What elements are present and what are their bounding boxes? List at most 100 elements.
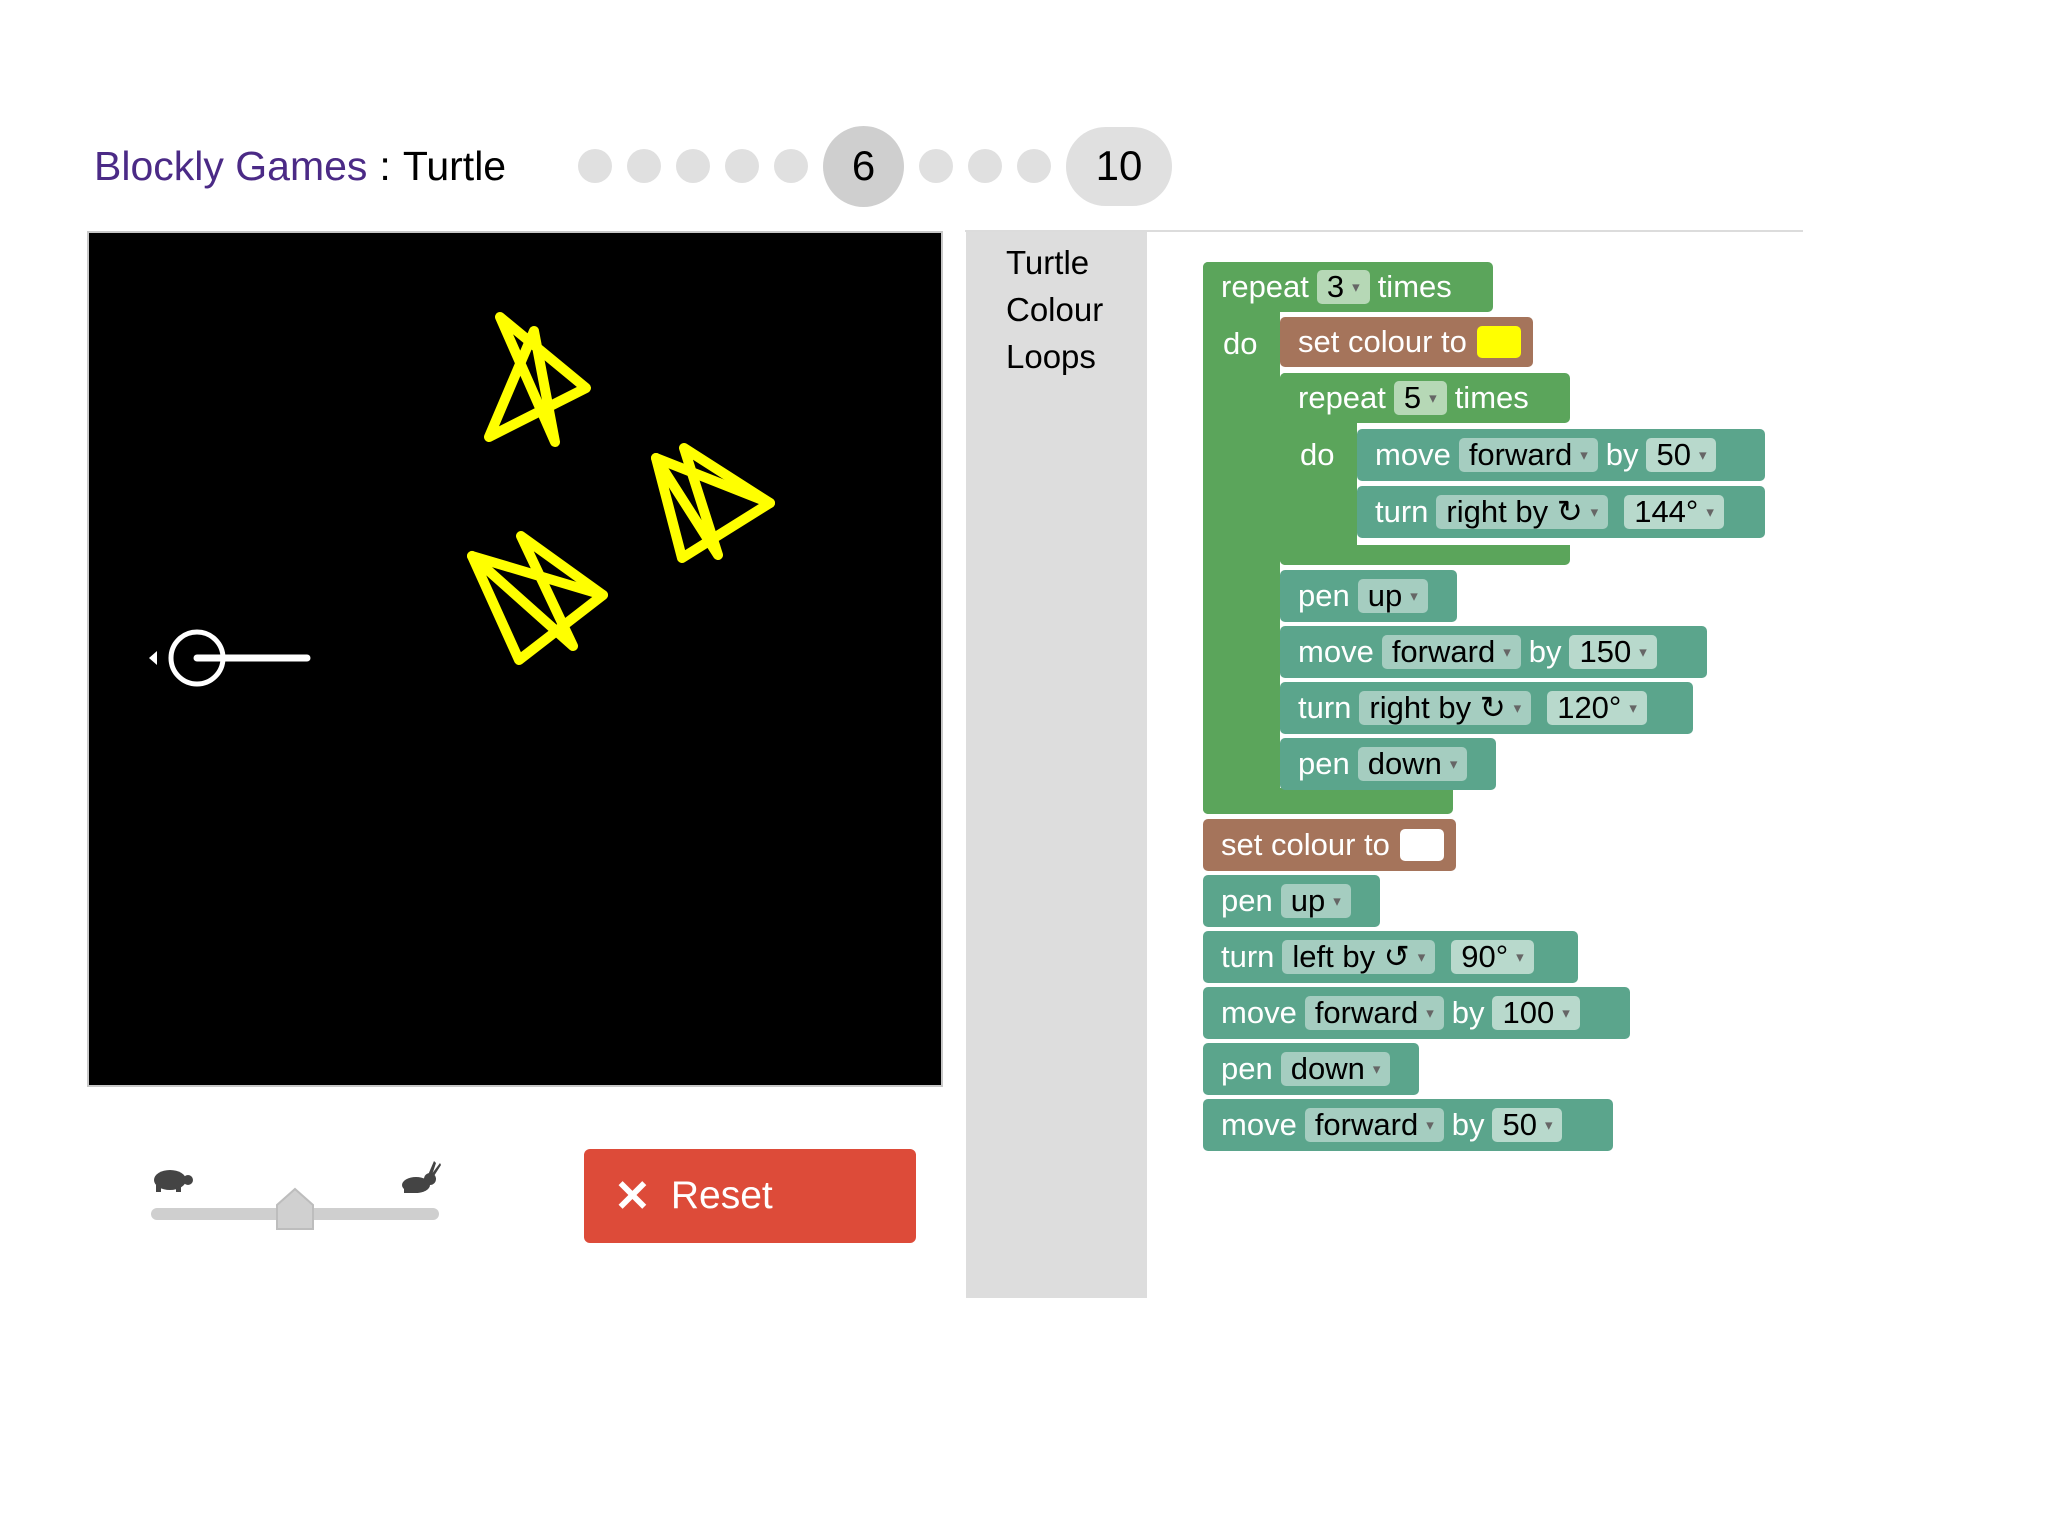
outer-repeat-block[interactable]: repeat 3 ▾ times [1203,262,1493,312]
pen-state-value: down [1290,1051,1365,1086]
dropdown-arrow-icon: ▾ [1698,447,1707,464]
dropdown-arrow-icon: ▾ [1516,949,1524,966]
direction-dropdown[interactable]: forward ▾ [1458,437,1598,472]
colour-swatch-yellow[interactable] [1476,326,1521,358]
toolbox-category-colour[interactable]: Colour [1006,291,1103,329]
direction-dropdown[interactable]: forward ▾ [1304,995,1444,1030]
star-drawing-2 [651,443,775,563]
angle-value: 120° [1557,690,1622,725]
pen-state-dropdown[interactable]: down ▾ [1357,746,1468,781]
pen-state-dropdown[interactable]: up ▾ [1357,578,1428,613]
move-forward-block-50b[interactable]: move forward ▾ by 50 ▾ [1203,1099,1613,1151]
inner-repeat-block[interactable]: repeat 5 ▾ times [1280,373,1570,423]
move-label: move [1375,437,1451,472]
dropdown-arrow-icon: ▾ [1503,644,1511,661]
title-separator: : [379,142,391,189]
angle-field[interactable]: 90° ▾ [1451,939,1534,974]
turn-direction-dropdown[interactable]: right by ↻ ▾ [1359,690,1532,725]
repeat-label: repeat [1298,380,1386,415]
by-label: by [1605,437,1639,472]
level-dot-3[interactable] [676,149,710,183]
pen-state-dropdown[interactable]: down ▾ [1280,1051,1391,1086]
angle-value: 144° [1634,494,1699,529]
level-dot-9[interactable] [1017,149,1051,183]
reset-button[interactable]: ✕ Reset [584,1149,916,1243]
direction-dropdown[interactable]: forward ▾ [1304,1107,1444,1142]
distance-value: 50 [1656,437,1691,472]
dropdown-arrow-icon: ▾ [1410,588,1418,605]
dropdown-arrow-icon: ▾ [1629,700,1637,717]
pen-state-value: up [1290,883,1326,918]
turn-label: turn [1221,939,1275,974]
dropdown-arrow-icon: ▾ [1426,1005,1434,1022]
angle-field[interactable]: 120° ▾ [1547,690,1647,725]
dropdown-arrow-icon: ▾ [1429,390,1437,407]
toolbox-category-loops[interactable]: Loops [1006,338,1096,376]
dropdown-arrow-icon: ▾ [1372,1061,1381,1078]
star-drawing-1 [484,312,591,447]
dropdown-arrow-icon: ▾ [1580,447,1588,464]
move-forward-block-50[interactable]: move forward ▾ by 50 ▾ [1357,429,1765,481]
set-colour-block-2[interactable]: set colour to [1203,819,1456,871]
turn-direction-dropdown[interactable]: right by ↻ ▾ [1436,494,1609,529]
repeat-count-field[interactable]: 5 ▾ [1393,380,1447,415]
turn-direction-value: right by ↻ [1446,494,1583,529]
set-colour-block-1[interactable]: set colour to [1280,317,1533,367]
level-last[interactable]: 10 [1066,126,1172,206]
dropdown-arrow-icon: ▾ [1449,756,1458,773]
turn-left-block-90[interactable]: turn left by ↺ ▾ 90° ▾ [1203,931,1578,983]
distance-field[interactable]: 150 ▾ [1569,634,1657,669]
move-forward-block-100[interactable]: move forward ▾ by 100 ▾ [1203,987,1630,1039]
turn-right-block-144[interactable]: turn right by ↻ ▾ 144° ▾ [1357,486,1765,538]
turn-direction-value: left by ↺ [1292,939,1410,974]
dropdown-arrow-icon: ▾ [1417,949,1426,966]
dropdown-arrow-icon: ▾ [1639,644,1647,661]
by-label: by [1451,995,1485,1030]
close-x-icon: ✕ [614,1171,651,1221]
direction-value: forward [1468,437,1573,472]
dropdown-arrow-icon: ▾ [1333,893,1341,910]
pen-state-dropdown[interactable]: up ▾ [1280,883,1351,918]
dropdown-arrow-icon: ▾ [1352,279,1360,296]
distance-field[interactable]: 50 ▾ [1492,1107,1563,1142]
dropdown-arrow-icon: ▾ [1544,1117,1553,1134]
distance-field[interactable]: 50 ▾ [1646,437,1717,472]
turn-direction-dropdown[interactable]: left by ↺ ▾ [1282,939,1436,974]
repeat-count-value: 3 [1326,269,1345,304]
level-current[interactable]: 6 [823,125,904,207]
direction-value: forward [1314,995,1419,1030]
level-dot-2[interactable] [627,149,661,183]
move-label: move [1221,1107,1297,1142]
level-dot-1[interactable] [578,149,612,183]
app-name-link[interactable]: Blockly Games [94,143,367,190]
pen-down-block-2[interactable]: pen down ▾ [1203,1043,1419,1095]
pen-up-block-2[interactable]: pen up ▾ [1203,875,1380,927]
distance-field[interactable]: 100 ▾ [1492,995,1580,1030]
direction-dropdown[interactable]: forward ▾ [1381,634,1521,669]
repeat-count-field[interactable]: 3 ▾ [1316,269,1370,304]
level-dot-5[interactable] [774,149,808,183]
page-title: Blockly Games : Turtle [94,143,506,190]
turn-direction-value: right by ↻ [1369,690,1506,725]
turn-right-block-120[interactable]: turn right by ↻ ▾ 120° ▾ [1280,682,1693,734]
level-dot-4[interactable] [725,149,759,183]
turn-label: turn [1298,690,1352,725]
level-dot-7[interactable] [919,149,953,183]
angle-field[interactable]: 144° ▾ [1624,494,1724,529]
pen-label: pen [1298,746,1350,781]
inner-repeat-bottom[interactable] [1280,545,1570,565]
page-header: Blockly Games : Turtle [94,130,506,202]
speed-slider[interactable] [148,1155,448,1235]
outer-repeat-bottom[interactable] [1203,788,1453,814]
pen-down-block-1[interactable]: pen down ▾ [1280,738,1496,790]
level-dot-8[interactable] [968,149,1002,183]
toolbox-category-turtle[interactable]: Turtle [1006,244,1089,282]
speed-handle[interactable] [275,1187,315,1231]
pen-state-value: up [1367,578,1403,613]
game-name: Turtle [402,142,507,189]
reset-label: Reset [670,1174,773,1217]
move-forward-block-150[interactable]: move forward ▾ by 150 ▾ [1280,626,1707,678]
direction-value: forward [1391,634,1496,669]
pen-up-block-1[interactable]: pen up ▾ [1280,570,1457,622]
colour-swatch-white[interactable] [1399,829,1444,861]
